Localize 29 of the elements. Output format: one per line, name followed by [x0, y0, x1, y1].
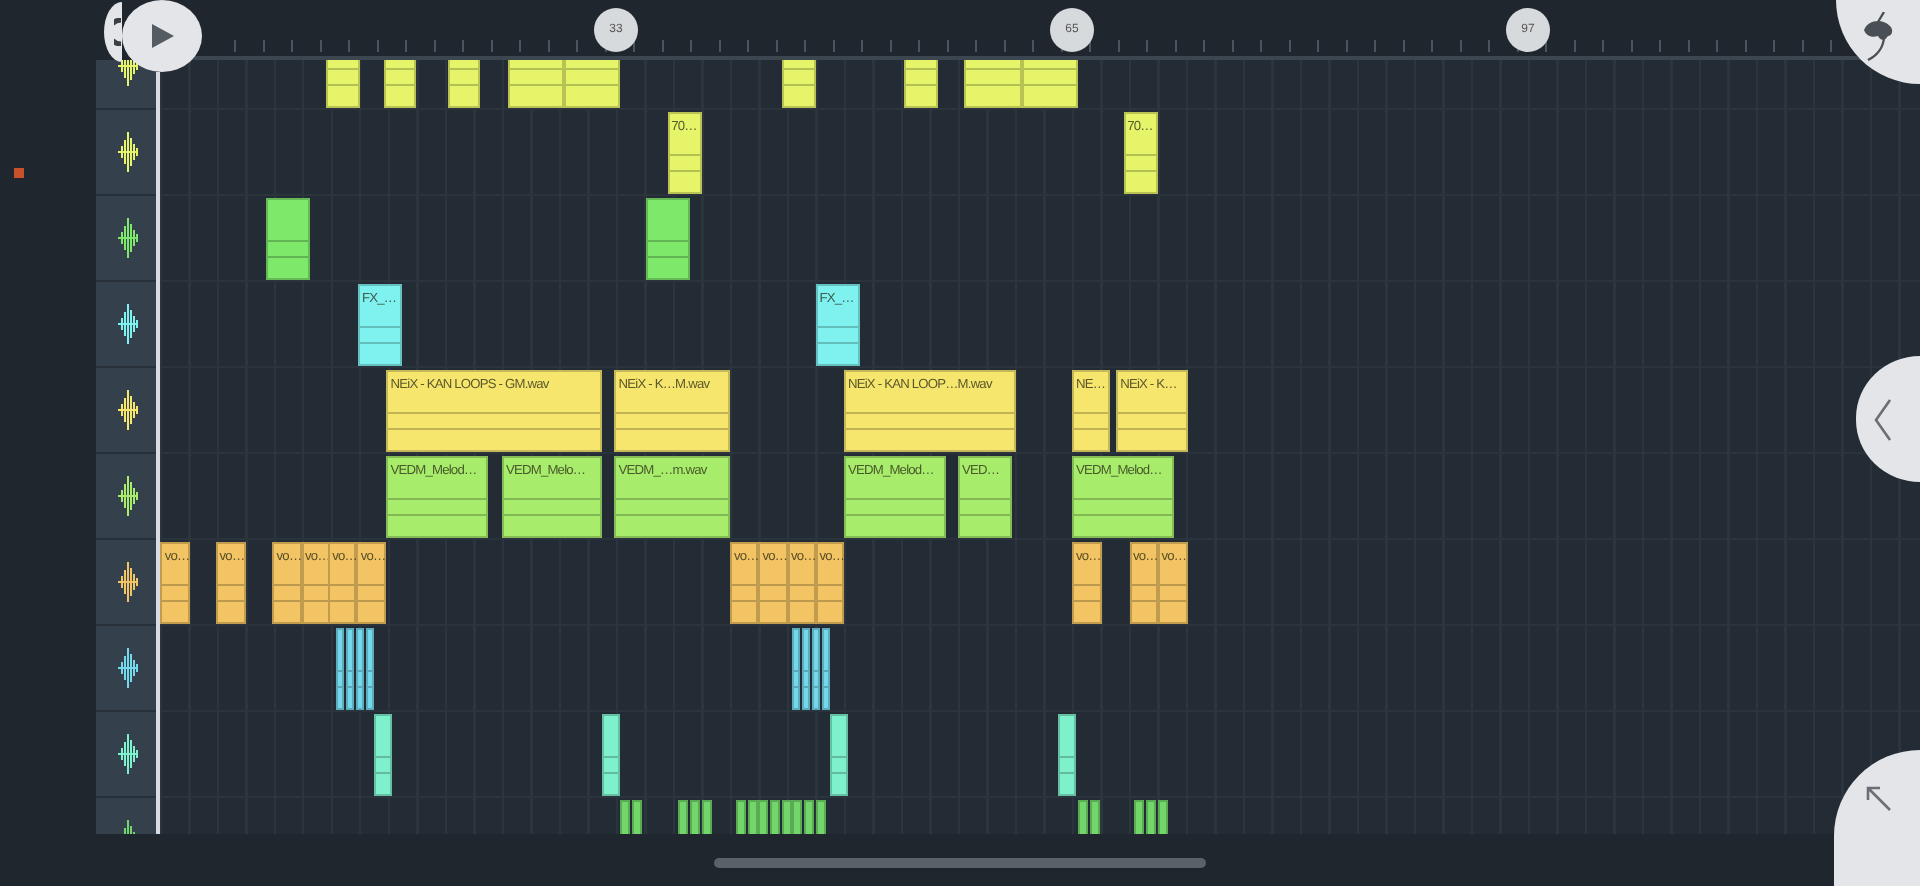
- chevron-left-icon: [1874, 397, 1892, 441]
- waveform-icon[interactable]: [116, 474, 140, 518]
- audio-clip[interactable]: [345, 628, 355, 710]
- waveform-icon[interactable]: [116, 732, 140, 776]
- audio-clip[interactable]: [821, 628, 831, 710]
- audio-clip[interactable]: [829, 714, 849, 796]
- audio-clip[interactable]: [645, 198, 691, 280]
- audio-clip[interactable]: [265, 198, 310, 280]
- audio-clip[interactable]: [373, 714, 393, 796]
- waveform-icon[interactable]: [116, 388, 140, 432]
- audio-clip[interactable]: [365, 628, 375, 710]
- audio-clip[interactable]: [335, 628, 345, 710]
- waveform-icon[interactable]: [116, 216, 140, 260]
- audio-clip[interactable]: [601, 714, 621, 796]
- audio-clip[interactable]: [355, 628, 365, 710]
- square-marker: [14, 168, 24, 178]
- round-button[interactable]: [104, 2, 122, 62]
- waveform-icon[interactable]: [116, 302, 140, 346]
- play-icon: [151, 24, 173, 48]
- play-button[interactable]: [122, 0, 202, 72]
- audio-clip[interactable]: [811, 628, 821, 710]
- waveform-icon[interactable]: [116, 646, 140, 690]
- scrollbar[interactable]: [714, 858, 1206, 868]
- audio-clip[interactable]: [791, 628, 801, 710]
- arrow-up-left-icon: [1864, 784, 1892, 812]
- waveform-icon[interactable]: [116, 560, 140, 604]
- audio-clip[interactable]: [1057, 714, 1077, 796]
- fruit-icon: [1860, 12, 1896, 64]
- audio-clip[interactable]: [801, 628, 811, 710]
